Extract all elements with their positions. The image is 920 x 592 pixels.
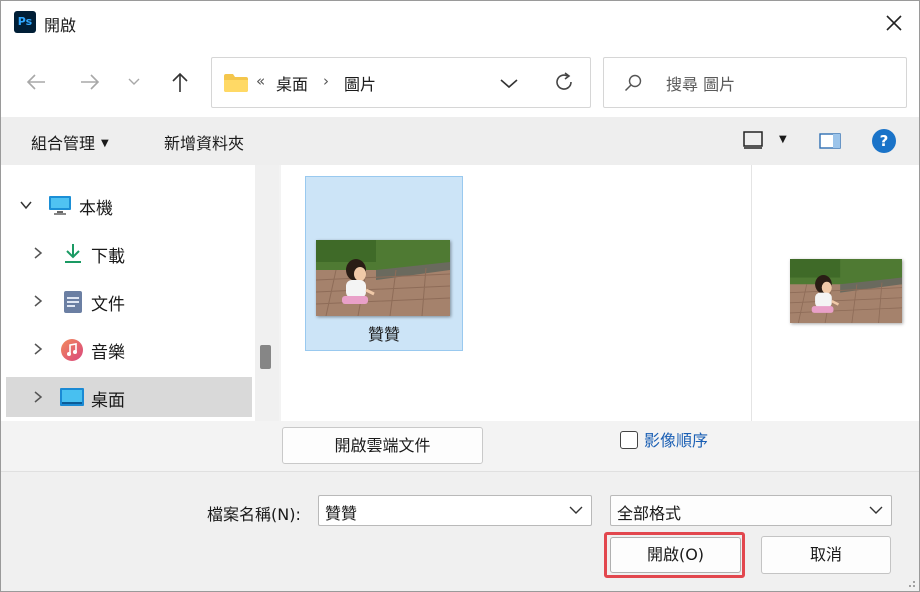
- filetype-value: 全部格式: [617, 504, 682, 523]
- navigation-pane: 本機 下載 文件 音樂 桌面: [1, 165, 255, 421]
- address-bar[interactable]: « 桌面 › 圖片: [211, 57, 591, 108]
- tree-label: 音樂: [91, 343, 125, 363]
- new-folder-button[interactable]: 新增資料夾: [164, 130, 244, 154]
- computer-icon: [49, 196, 71, 215]
- tree-item-desktop[interactable]: 桌面: [6, 377, 252, 417]
- tree-label: 文件: [91, 295, 125, 315]
- image-sequence-checkbox[interactable]: [620, 431, 638, 449]
- arrow-right-icon: [81, 74, 100, 90]
- resize-grip-icon[interactable]: [906, 578, 916, 588]
- search-icon: [624, 74, 642, 92]
- chevron-down-icon: [869, 506, 883, 514]
- view-options-caret[interactable]: ▼: [779, 134, 787, 145]
- preview-pane: [751, 165, 919, 421]
- tree-item-documents[interactable]: 文件: [6, 281, 252, 321]
- chevron-right-icon[interactable]: [31, 342, 45, 356]
- open-cloud-document-button[interactable]: 開啟雲端文件: [282, 427, 483, 464]
- filename-input[interactable]: 贊贊: [318, 495, 592, 526]
- image-sequence-label[interactable]: 影像順序: [644, 427, 708, 451]
- back-button[interactable]: [21, 67, 51, 97]
- chevron-right-icon[interactable]: [31, 294, 45, 308]
- scrollbar-thumb[interactable]: [260, 345, 271, 369]
- folder-icon: [224, 74, 248, 92]
- breadcrumb-separator[interactable]: ›: [323, 72, 329, 90]
- command-bar: 組合管理 ▼ 新增資料夾 ▼ ?: [1, 117, 919, 165]
- chevron-down-icon: [128, 78, 140, 85]
- help-icon[interactable]: ?: [872, 129, 896, 153]
- refresh-icon[interactable]: [552, 70, 576, 94]
- music-icon: [61, 339, 83, 361]
- document-icon: [64, 291, 82, 313]
- tree-item-this-pc[interactable]: 本機: [6, 185, 252, 225]
- close-icon: [886, 15, 902, 31]
- title-bar: Ps 開啟: [1, 1, 919, 45]
- recent-locations-button[interactable]: [119, 67, 149, 97]
- chevron-right-icon[interactable]: [31, 390, 45, 404]
- file-name: 贊贊: [367, 325, 400, 344]
- organize-label: 組合管理: [31, 134, 96, 153]
- tree-item-downloads[interactable]: 下載: [6, 233, 252, 273]
- open-file-dialog: Ps 開啟 « 桌面 › 圖片 搜尋 圖片 組合管理 ▼ 新增資料夾 ▼ ? 本…: [0, 0, 920, 592]
- tree-label: 本機: [79, 199, 113, 219]
- photoshop-app-icon: Ps: [14, 11, 36, 33]
- breadcrumb-overflow[interactable]: «: [256, 72, 265, 90]
- filename-label: 檔案名稱(N):: [207, 505, 301, 524]
- view-mode-icon[interactable]: [743, 131, 763, 149]
- close-button[interactable]: [869, 1, 919, 45]
- filename-value: 贊贊: [325, 504, 358, 523]
- caret-down-icon: ▼: [101, 138, 109, 149]
- preview-pane-icon[interactable]: [819, 133, 841, 149]
- arrow-left-icon: [26, 74, 45, 90]
- filetype-select[interactable]: 全部格式: [610, 495, 892, 526]
- search-placeholder: 搜尋 圖片: [666, 75, 736, 94]
- cancel-button[interactable]: 取消: [761, 536, 891, 574]
- navigation-pane-scrollbar[interactable]: [255, 165, 279, 421]
- up-button[interactable]: [165, 67, 195, 97]
- chevron-right-icon[interactable]: [31, 246, 45, 260]
- window-title: 開啟: [44, 16, 77, 35]
- navigation-bar: « 桌面 › 圖片 搜尋 圖片: [1, 45, 919, 117]
- bottom-panel: 檔案名稱(N): 贊贊 全部格式 開啟(O) 取消: [1, 471, 919, 591]
- chevron-down-icon[interactable]: [498, 72, 520, 94]
- chevron-down-icon[interactable]: [569, 505, 583, 515]
- photo-thumbnail-icon: [316, 240, 450, 316]
- desktop-icon: [60, 388, 84, 406]
- search-box[interactable]: 搜尋 圖片: [603, 57, 907, 108]
- breadcrumb-desktop[interactable]: 桌面: [276, 71, 308, 95]
- forward-button[interactable]: [75, 67, 105, 97]
- open-button[interactable]: 開啟(O): [610, 537, 741, 573]
- organize-menu[interactable]: 組合管理 ▼: [31, 130, 109, 154]
- photo-preview-icon: [790, 259, 902, 323]
- tree-label: 下載: [91, 247, 125, 267]
- download-icon: [65, 244, 81, 263]
- chevron-down-icon[interactable]: [19, 198, 33, 212]
- tree-item-music[interactable]: 音樂: [6, 329, 252, 369]
- file-item[interactable]: 贊贊: [305, 176, 463, 351]
- file-list: 贊贊: [281, 165, 751, 421]
- arrow-up-icon: [172, 72, 188, 92]
- tree-label: 桌面: [91, 391, 125, 411]
- breadcrumb-pictures[interactable]: 圖片: [344, 71, 376, 95]
